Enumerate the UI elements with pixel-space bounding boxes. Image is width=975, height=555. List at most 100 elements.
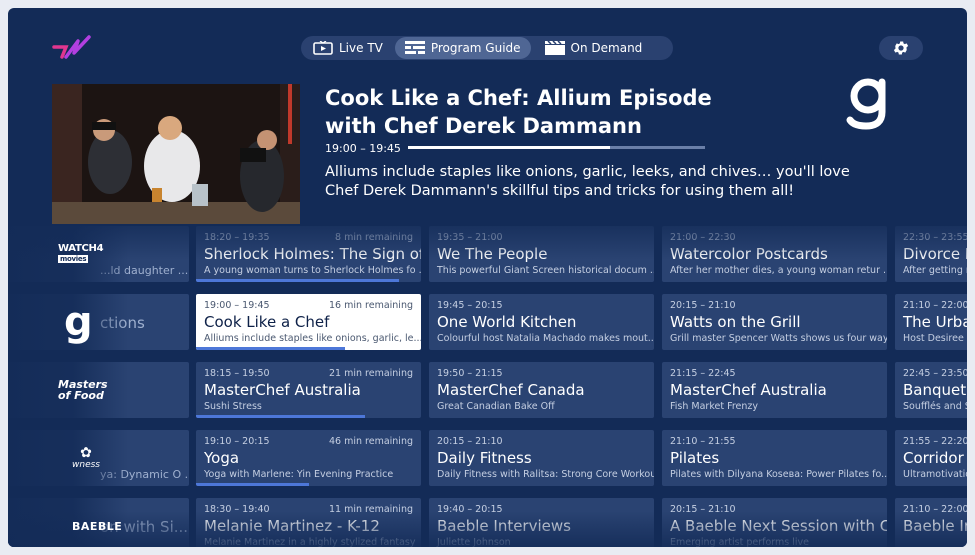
- tab-on-demand[interactable]: On Demand: [535, 37, 653, 59]
- program-subtitle: Fish Market Frenzy: [670, 401, 759, 412]
- program-subtitle: After her mother dies, a young woman ret…: [670, 265, 887, 276]
- program-subtitle: This powerful Giant Screen historical do…: [437, 265, 654, 276]
- program-title: Banquet W: [903, 381, 967, 399]
- program-time: 21:00 – 22:30: [670, 232, 736, 243]
- program-time: 19:00 – 19:45: [204, 300, 270, 311]
- program-time: 20:15 – 21:10: [437, 436, 503, 447]
- baeble-logo[interactable]: BAEBLE: [58, 498, 132, 547]
- program-title: The Urba: [903, 313, 967, 331]
- tv-icon: [313, 41, 333, 55]
- tab-program-guide-label: Program Guide: [430, 41, 521, 55]
- program-subtitle: Soufflés and Sa: [903, 401, 967, 412]
- watch4-movies-logo-part: WATCH4 movies: [58, 243, 104, 263]
- program-cell[interactable]: 21:55 – 22:20 Corridor & Ultramotivatio: [895, 430, 967, 486]
- program-subtitle: Host Desiree N: [903, 333, 967, 344]
- cooking-scene-image: [52, 84, 300, 224]
- program-cell[interactable]: 18:20 – 19:35 8 min remaining Sherlock Hol…: [196, 226, 421, 282]
- hero-description: Alliums include staples like onions, gar…: [325, 164, 850, 199]
- program-time: 22:45 – 23:50: [903, 368, 967, 379]
- program-cell[interactable]: 19:10 – 20:15 46 min remaining Yoga Yoga wi…: [196, 430, 421, 486]
- program-subtitle: After getting n: [903, 265, 967, 276]
- program-progress-bar: [196, 279, 399, 282]
- program-time: 20:15 – 21:10: [670, 300, 736, 311]
- program-time: 21:10 – 22:00: [903, 504, 967, 515]
- program-subtitle: Emerging artist performs live: [670, 537, 810, 547]
- program-title: Baeble Interviews: [437, 517, 571, 535]
- program-subtitle: Alliums include staples like onions, gar…: [204, 333, 421, 344]
- program-cell[interactable]: 20:15 – 21:10 Watts on the Grill Grill mas…: [662, 294, 887, 350]
- time-remaining: 46 min remaining: [328, 436, 413, 447]
- program-subtitle: Ultramotivatio: [903, 469, 967, 480]
- guide-row: on with Si... 18:30 – 19:40 11 min remaini…: [8, 498, 967, 547]
- program-thumbnail: [52, 84, 300, 224]
- program-title: Baeble In: [903, 517, 967, 535]
- masters-of-food-logo-part: Masters of Food: [58, 378, 108, 402]
- guide-icon: [404, 41, 425, 54]
- program-cell[interactable]: 20:15 – 21:10 Daily Fitness Daily Fitness …: [429, 430, 654, 486]
- program-cell[interactable]: 22:45 – 23:50 Banquet W Soufflés and Sa: [895, 362, 967, 418]
- program-subtitle: Yoga with Marlene: Yin Evening Practice: [204, 469, 394, 480]
- tab-program-guide[interactable]: Program Guide: [394, 37, 531, 59]
- program-time: 22:30 – 23:55: [903, 232, 967, 243]
- program-cell[interactable]: 19:40 – 20:15 Baeble Interviews Juliette J…: [429, 498, 654, 547]
- program-time: 18:20 – 19:35: [204, 232, 270, 243]
- program-title: Yoga: [204, 449, 240, 467]
- program-cell[interactable]: 21:10 – 21:55 Pilates Pilates with Dilyana…: [662, 430, 887, 486]
- program-title: Sherlock Holmes: The Sign of ...: [204, 245, 421, 263]
- program-title: Watercolor Postcards: [670, 245, 828, 263]
- program-cell[interactable]: 19:45 – 20:15 One World Kitchen Colourful …: [429, 294, 654, 350]
- program-cell[interactable]: 22:30 – 23:55 Divorce In After getting n: [895, 226, 967, 282]
- watch4-movies-logo-part: movies: [58, 255, 89, 263]
- time-remaining: 16 min remaining: [328, 300, 413, 311]
- channel-g-logo[interactable]: g: [48, 294, 122, 350]
- program-cell[interactable]: 19:35 – 21:00 We The People This powerful …: [429, 226, 654, 282]
- hero-title-line-1: Cook Like a Chef: Allium Episode: [325, 86, 712, 110]
- wness-logo-part: ✿ wness: [72, 446, 100, 470]
- program-title: Corridor &: [903, 449, 967, 467]
- hero-title: Cook Like a Chef: Allium Episode with Ch…: [325, 84, 745, 140]
- program-time: 18:15 – 19:50: [204, 368, 270, 379]
- program-title: Divorce In: [903, 245, 967, 263]
- app-logo-icon[interactable]: [52, 35, 92, 61]
- guide-row: ctions 19:00 – 19:45 16 min remaining Cook …: [8, 294, 967, 350]
- baeble-logo-part: BAEBLE: [72, 519, 123, 533]
- program-subtitle: Daily Fitness with Ralitsa: Strong Core …: [437, 469, 654, 480]
- program-cell[interactable]: 21:15 – 22:45 MasterChef Australia Fish Ma…: [662, 362, 887, 418]
- program-progress-bar: [196, 483, 309, 486]
- wness-logo[interactable]: ✿ wness: [58, 430, 132, 486]
- masters-of-food-logo[interactable]: Masters of Food: [58, 362, 132, 418]
- program-cell[interactable]: 18:15 – 19:50 21 min remaining MasterChef …: [196, 362, 421, 418]
- program-cell[interactable]: 21:10 – 22:00 The Urba Host Desiree N: [895, 294, 967, 350]
- time-remaining: 21 min remaining: [328, 368, 413, 379]
- program-title: MasterChef Australia: [670, 381, 827, 399]
- program-cell-focused[interactable]: 19:00 – 19:45 16 min remaining Cook Like a…: [196, 294, 421, 350]
- program-cell[interactable]: 19:50 – 21:15 MasterChef Canada Great Cana…: [429, 362, 654, 418]
- program-title: A Baeble Next Session with C...: [670, 517, 887, 535]
- program-cell[interactable]: 20:15 – 21:10 A Baeble Next Session with …: [662, 498, 887, 547]
- tab-live-tv-label: Live TV: [339, 41, 383, 55]
- tab-live-tv[interactable]: Live TV: [303, 37, 393, 59]
- program-progress-bar: [196, 347, 345, 350]
- program-subtitle: Juliette Johnson: [437, 537, 511, 547]
- top-nav: Live TV Program Guide On Demand: [301, 36, 673, 60]
- program-time: 21:10 – 21:55: [670, 436, 736, 447]
- guide-row: 18:15 – 19:50 21 min remaining MasterChef …: [8, 362, 967, 418]
- program-cell[interactable]: 18:30 – 19:40 11 min remaining Melanie Mar…: [196, 498, 421, 547]
- program-time: 21:15 – 22:45: [670, 368, 736, 379]
- app-frame: Live TV Program Guide On Demand Cook Lik…: [8, 8, 967, 547]
- time-remaining: 11 min remaining: [328, 504, 413, 515]
- program-time: 19:45 – 20:15: [437, 300, 503, 311]
- program-subtitle: Melanie Martinez in a highly stylized fa…: [204, 537, 416, 547]
- tab-on-demand-label: On Demand: [570, 41, 643, 55]
- program-title: Pilates: [670, 449, 720, 467]
- gear-icon: [893, 41, 909, 55]
- hero-time: 19:00 – 19:45: [325, 142, 401, 155]
- channel-g-logo-part: g: [64, 299, 93, 345]
- program-cell[interactable]: 21:00 – 22:30 Watercolor Postcards After h…: [662, 226, 887, 282]
- settings-button[interactable]: [879, 36, 923, 60]
- program-cell[interactable]: 21:10 – 22:00 Baeble In: [895, 498, 967, 547]
- program-subtitle: Sushi Stress: [204, 401, 262, 412]
- program-subtitle: A young woman turns to Sherlock Holmes f…: [204, 265, 421, 276]
- wness-logo-part: ✿: [80, 445, 92, 461]
- watch4-movies-logo[interactable]: WATCH4 movies: [58, 226, 132, 282]
